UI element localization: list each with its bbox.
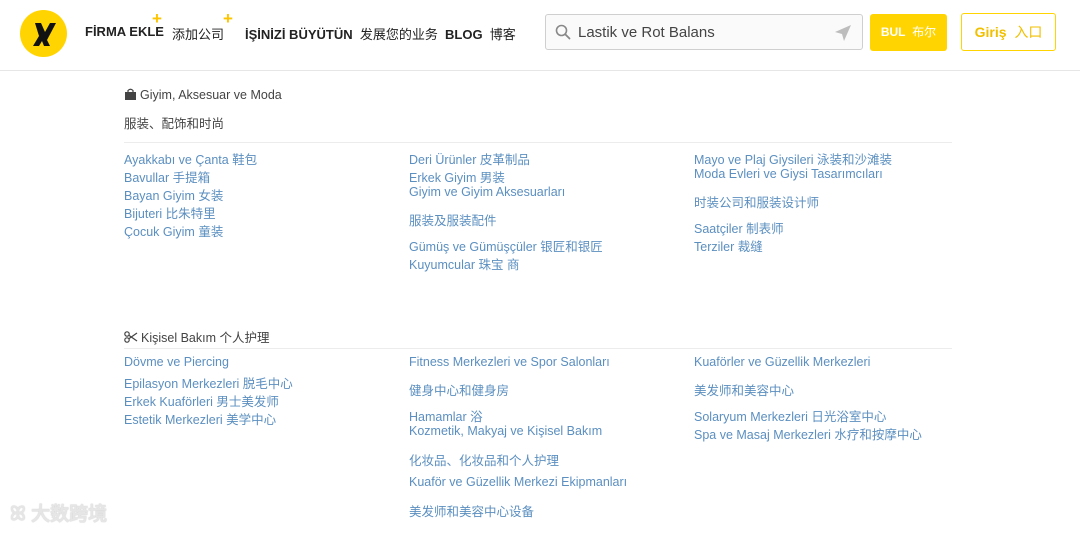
category-title: Giyim, Aksesuar ve Moda xyxy=(124,88,282,102)
divider xyxy=(124,142,952,143)
category-link[interactable]: Gümüş ve Gümüşçüler 银匠和银匠 xyxy=(409,236,603,255)
search-button[interactable]: BUL 布尔 xyxy=(870,14,947,51)
search-button-label-cn: 布尔 xyxy=(912,25,937,39)
category-link[interactable]: Fitness Merkezleri ve Spor Salonları xyxy=(409,355,610,369)
category-link[interactable]: Bavullar 手提箱 xyxy=(124,167,210,186)
plus-icon: + xyxy=(152,9,162,28)
category-link[interactable]: Deri Ürünler 皮革制品 xyxy=(409,149,530,168)
nav-grow-business[interactable]: İŞİNİZİ BÜYÜTÜN 发展您的业务 xyxy=(245,24,438,43)
category-link[interactable]: Estetik Merkezleri 美学中心 xyxy=(124,409,276,428)
shopping-bag-icon xyxy=(125,88,136,100)
category-link[interactable]: Dövme ve Piercing xyxy=(124,355,229,369)
category-link[interactable]: Solaryum Merkezleri 日光浴室中心 xyxy=(694,406,886,425)
category-link[interactable]: Spa ve Masaj Merkezleri 水疗和按摩中心 xyxy=(694,424,922,443)
category-link[interactable]: Bijuteri 比朱特里 xyxy=(124,203,216,222)
search-input[interactable] xyxy=(578,22,818,42)
nav-label-cn: 发展您的业务 xyxy=(359,27,438,42)
plus-icon: + xyxy=(223,9,233,28)
category-subtitle: 服装、配饰和时尚 xyxy=(124,117,225,131)
site-header: FİRMA EKLE + 添加公司 + İŞİNİZİ BÜYÜTÜN 发展您的… xyxy=(0,0,1080,71)
watermark-text: 大数跨境 xyxy=(31,504,108,525)
category-link[interactable]: 服装及服装配件 xyxy=(409,210,497,229)
category-link[interactable]: Terziler 裁缝 xyxy=(694,236,763,255)
nav-label-cn: 添加公司 xyxy=(172,27,225,42)
category-link[interactable]: Epilasyon Merkezleri 脱毛中心 xyxy=(124,373,293,392)
login-button-label: Giriş xyxy=(974,24,1007,40)
category-link[interactable]: Moda Evleri ve Giysi Tasarımcıları xyxy=(694,167,883,181)
category-link[interactable]: Hamamlar 浴 xyxy=(409,406,483,425)
nav-blog[interactable]: BLOG 博客 xyxy=(445,24,516,43)
search-icon xyxy=(555,24,571,40)
login-button-label-cn: 入口 xyxy=(1014,24,1043,40)
category-link[interactable]: Ayakkabı ve Çanta 鞋包 xyxy=(124,149,257,168)
category-title-text: Giyim, Aksesuar ve Moda xyxy=(140,88,282,102)
category-link[interactable]: Kozmetik, Makyaj ve Kişisel Bakım xyxy=(409,424,602,438)
category-link[interactable]: Giyim ve Giyim Aksesuarları xyxy=(409,185,565,199)
category-link[interactable]: Çocuk Giyim 童装 xyxy=(124,221,223,240)
category-link[interactable]: Kuaförler ve Güzellik Merkezleri xyxy=(694,355,870,369)
category-link[interactable]: 时装公司和服装设计师 xyxy=(694,192,819,211)
category-link[interactable]: 化妆品、化妆品和个人护理 xyxy=(409,450,559,469)
walking-fingers-icon xyxy=(33,23,56,46)
nav-label: BLOG xyxy=(445,27,483,42)
category-link[interactable]: 美发师和美容中心设备 xyxy=(409,501,534,520)
scissors-icon xyxy=(124,331,138,343)
search-box xyxy=(545,14,863,50)
category-link[interactable]: Kuaför ve Güzellik Merkezi Ekipmanları xyxy=(409,475,627,489)
watermark: ꕤ 大数跨境 xyxy=(10,499,107,526)
nav-label: İŞİNİZİ BÜYÜTÜN xyxy=(245,27,353,42)
search-button-label: BUL xyxy=(880,25,906,39)
category-link[interactable]: Mayo ve Plaj Giysileri 泳装和沙滩装 xyxy=(694,149,892,168)
category-title: Kişisel Bakım 个人护理 xyxy=(124,327,270,346)
category-link[interactable]: 美发师和美容中心 xyxy=(694,380,794,399)
logo[interactable] xyxy=(20,10,67,57)
watermark-logo-icon: ꕤ xyxy=(10,504,26,525)
category-link[interactable]: Saatçiler 制表师 xyxy=(694,218,784,237)
category-link[interactable]: Erkek Giyim 男装 xyxy=(409,167,505,186)
category-title-text: Kişisel Bakım 个人护理 xyxy=(141,331,270,345)
divider xyxy=(124,348,952,349)
nav-firma-ekle-cn[interactable]: 添加公司 xyxy=(172,24,224,43)
category-link[interactable]: Erkek Kuaförleri 男士美发师 xyxy=(124,391,279,410)
login-button[interactable]: Giriş 入口 xyxy=(961,13,1056,51)
category-link[interactable]: Kuyumcular 珠宝 商 xyxy=(409,254,519,273)
location-arrow-icon[interactable] xyxy=(834,24,852,42)
category-link[interactable]: Bayan Giyim 女装 xyxy=(124,185,223,204)
category-link[interactable]: 健身中心和健身房 xyxy=(409,380,509,399)
nav-label-cn: 博客 xyxy=(489,27,516,42)
